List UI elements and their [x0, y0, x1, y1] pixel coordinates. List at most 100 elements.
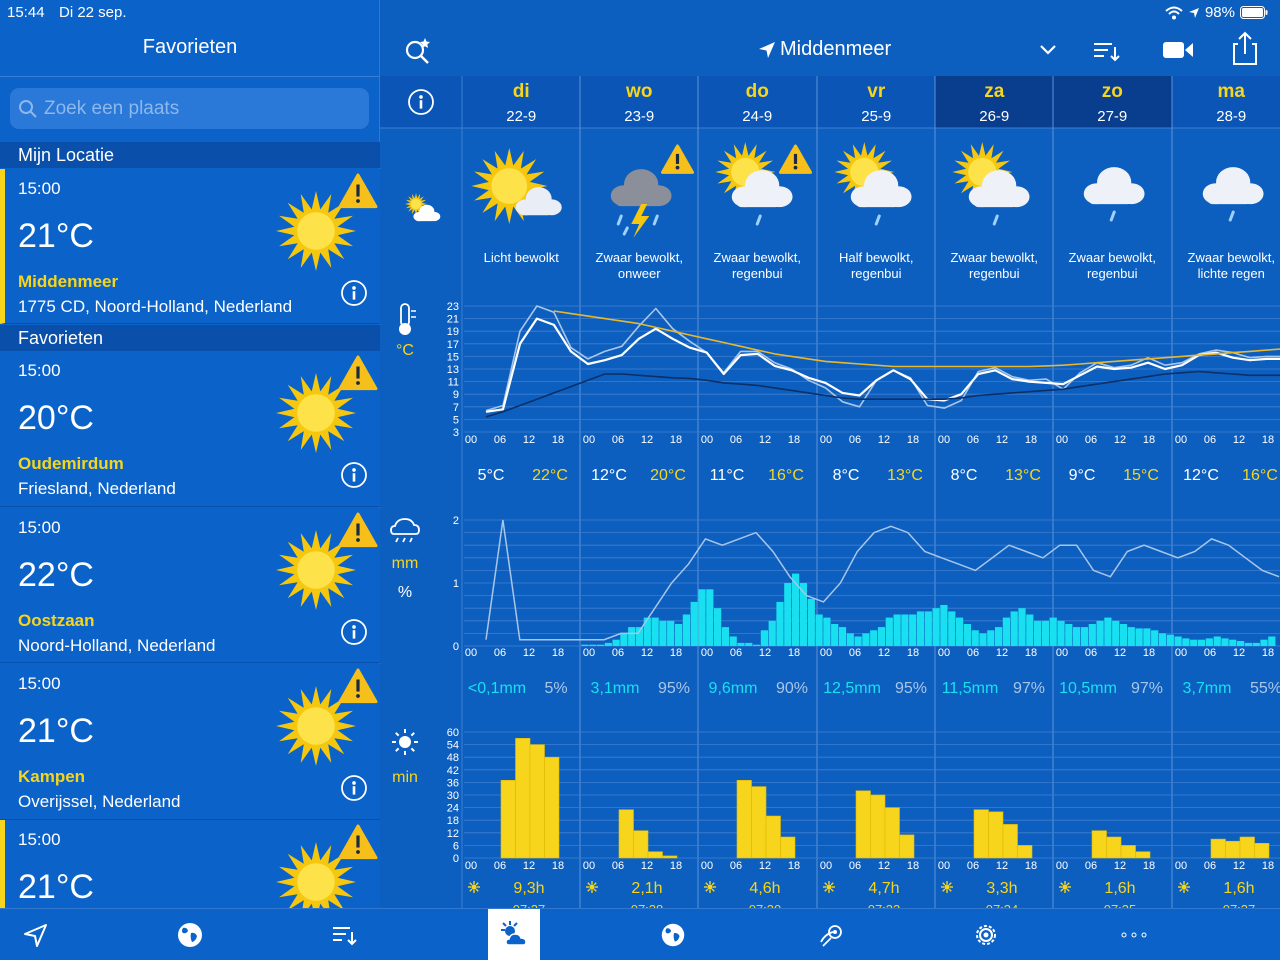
hour-tick: 06 — [730, 434, 742, 446]
video-camera-icon[interactable] — [1158, 30, 1198, 70]
hour-tick: 06 — [1204, 860, 1216, 872]
rain-bar — [596, 644, 605, 646]
sunshine-hours: 4,6h — [749, 880, 780, 897]
favorite-address: Noord-Holland, Nederland — [18, 636, 216, 655]
rain-bar — [792, 573, 800, 646]
hour-tick: 06 — [849, 647, 861, 659]
hour-tick: 12 — [759, 434, 771, 446]
favorite-item[interactable]: 15:00 22°C Oostzaan Noord-Holland, Nederlan… — [0, 508, 380, 663]
globe-icon[interactable] — [174, 919, 206, 951]
sun-unit-label: min — [392, 769, 418, 786]
max-temperature: 15°C — [1123, 467, 1159, 484]
sunshine-bar — [1225, 840, 1241, 859]
favorite-item[interactable]: 15:00 21°C Kampen Overijssel, Nederland — [0, 664, 380, 820]
rain-bar — [768, 620, 776, 646]
sunshine-bar — [1120, 845, 1136, 859]
rain-bar — [823, 617, 831, 646]
sun-axis-tick: 54 — [447, 740, 459, 752]
sidebar-title: Favorieten — [142, 36, 238, 58]
hour-tick: 00 — [1175, 860, 1187, 872]
sunshine-hours: 2,1h — [631, 880, 662, 897]
search-location-icon[interactable] — [398, 30, 438, 70]
rain-bar — [1112, 620, 1120, 646]
sunshine-hours: 3,3h — [986, 880, 1017, 897]
sort-icon[interactable] — [1085, 30, 1125, 70]
rain-bar — [1088, 624, 1096, 646]
hour-tick: 12 — [996, 860, 1008, 872]
hour-tick: 06 — [730, 647, 742, 659]
hour-tick: 18 — [788, 434, 800, 446]
tab-more[interactable] — [1108, 909, 1160, 960]
rain-bar — [1190, 639, 1198, 646]
hour-tick: 12 — [1233, 434, 1245, 446]
rain-amount: 3,1mm — [591, 680, 640, 697]
hour-tick: 12 — [759, 860, 771, 872]
favorite-item[interactable]: 15:00 20°C Oudemirdum Friesland, Nederland — [0, 351, 380, 507]
info-icon[interactable] — [341, 775, 367, 801]
gear-icon — [976, 925, 996, 945]
sun-axis-tick: 30 — [447, 790, 459, 802]
temp-axis-tick: 21 — [447, 314, 459, 326]
rain-unit-label: mm — [392, 555, 419, 572]
rain-bar — [1174, 636, 1182, 646]
warning-icon — [338, 512, 378, 548]
favorite-name: Kampen — [18, 767, 86, 786]
sun-icon — [276, 530, 356, 610]
temp-axis-tick: 15 — [447, 351, 459, 363]
max-temperature: 22°C — [532, 467, 568, 484]
tab-globe[interactable] — [647, 909, 699, 960]
tab-forecast[interactable] — [488, 909, 540, 960]
chevron-down-icon[interactable] — [1028, 30, 1068, 70]
wifi-icon — [1165, 6, 1183, 19]
search-box[interactable] — [10, 88, 369, 129]
sidebar-toolbar — [0, 908, 380, 960]
rain-bar — [690, 601, 698, 646]
hour-tick: 00 — [583, 860, 595, 872]
rain-bar — [831, 624, 839, 646]
weather-description: Zwaar bewolkt, — [1188, 250, 1275, 265]
rain-bar — [1002, 617, 1010, 646]
share-icon[interactable] — [1225, 28, 1265, 68]
info-icon[interactable] — [341, 619, 367, 645]
location-arrow-icon — [1188, 7, 1199, 18]
tab-settings[interactable] — [960, 909, 1012, 960]
sunshine-bar — [647, 851, 663, 859]
weather-description-2: regenbui — [851, 266, 902, 281]
info-icon[interactable] — [341, 462, 367, 488]
max-temperature: 20°C — [650, 467, 686, 484]
hour-tick: 18 — [788, 647, 800, 659]
navigation-icon[interactable] — [20, 919, 52, 951]
sunshine-bar — [529, 744, 545, 859]
rain-probability: 95% — [895, 680, 927, 697]
hour-tick: 18 — [670, 860, 682, 872]
rain-bar — [862, 633, 870, 646]
day-date: 27-9 — [1097, 108, 1127, 125]
day-name: zo — [1102, 81, 1123, 102]
tab-radar[interactable] — [806, 909, 858, 960]
app-root: 15:44 Di 22 sep. 98% Favorieten Mijn Loc… — [0, 0, 1280, 960]
warning-icon — [338, 355, 378, 391]
sun-cloud-icon — [501, 921, 527, 946]
info-icon[interactable] — [341, 280, 367, 306]
sunshine-bar — [899, 834, 915, 859]
max-temperature: 16°C — [1242, 467, 1278, 484]
hour-tick: 18 — [1025, 860, 1037, 872]
rain-bar — [604, 642, 612, 646]
search-input[interactable] — [44, 97, 344, 120]
favorite-item[interactable]: 15:00 21°C — [0, 820, 380, 910]
favorite-item[interactable]: 15:00 21°C Middenmeer 1775 CD, Noord-Hollan… — [0, 169, 380, 324]
rain-bar — [1151, 630, 1159, 647]
sort-list-icon[interactable] — [328, 919, 360, 951]
rain-bar — [1229, 639, 1237, 646]
location-selector[interactable]: Middenmeer — [758, 38, 891, 61]
hour-tick: 06 — [1204, 647, 1216, 659]
favorite-temperature: 21°C — [18, 217, 94, 255]
rain-amount: 9,6mm — [709, 680, 758, 697]
sunshine-icon — [392, 729, 418, 755]
rain-bar — [737, 642, 745, 646]
sun-icon — [276, 842, 356, 910]
rain-bar — [651, 617, 659, 646]
rain-bar — [706, 589, 714, 646]
sunshine-bar — [973, 809, 989, 859]
favorite-time: 15:00 — [18, 674, 61, 693]
